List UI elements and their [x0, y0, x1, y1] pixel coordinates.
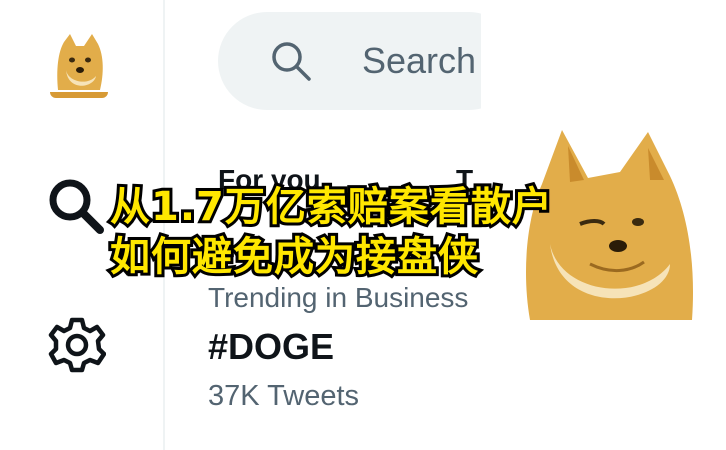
overlay-line-1: 从1.7万亿索赔案看散户: [107, 181, 555, 233]
trend-tweet-count: 37K Tweets: [208, 380, 360, 412]
search-field[interactable]: [218, 12, 518, 110]
trend-context: Trending in Business: [208, 282, 469, 313]
overlay-line-2: 如何避免成为接盘侠: [107, 231, 481, 283]
gear-icon[interactable]: [48, 316, 107, 374]
video-title-overlay: 从1.7万亿索赔案看散户 如何避免成为接盘侠: [107, 181, 640, 283]
doge-avatar-icon[interactable]: [50, 30, 108, 98]
search-icon: [272, 42, 311, 81]
search-icon[interactable]: [46, 176, 106, 236]
trend-name[interactable]: #DOGE: [208, 326, 334, 368]
